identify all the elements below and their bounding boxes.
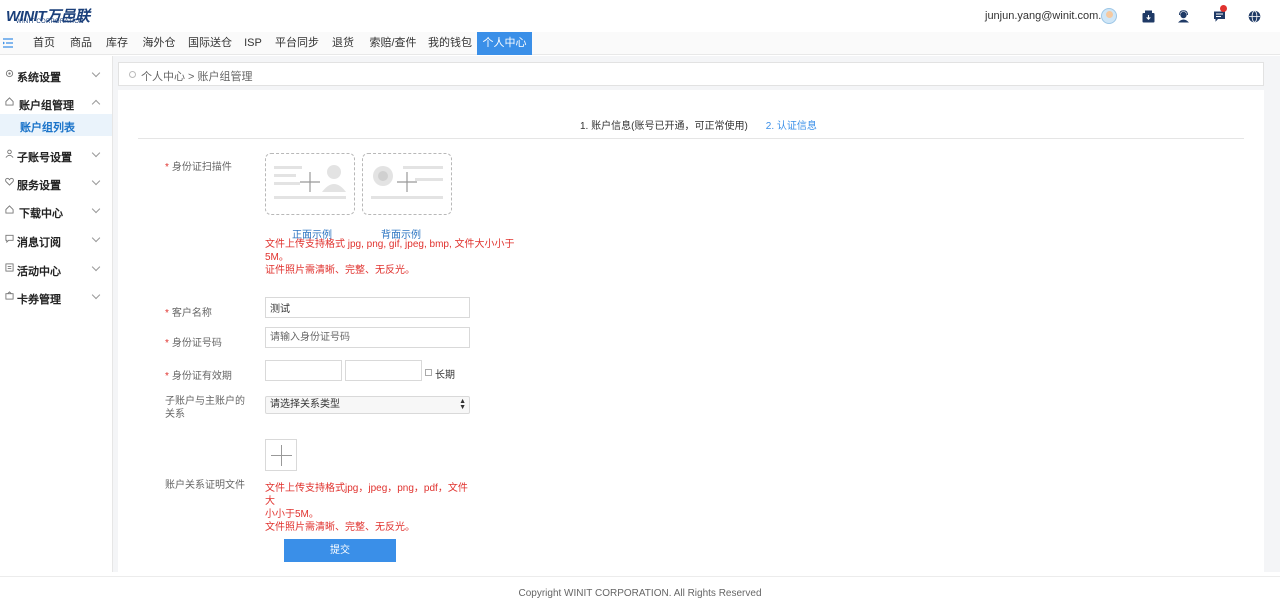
logo-sub-text: WINIT CORPORATION [16, 19, 84, 25]
location-icon [129, 71, 136, 78]
globe-icon[interactable] [1248, 10, 1261, 23]
id-front-upload[interactable] [265, 153, 355, 215]
select-arrows-icon: ▲ ▼ [459, 398, 466, 411]
customer-name-label: * 客户名称 [165, 308, 212, 319]
step-indicator: 1. 账户信息(账号已开通，可正常使用) 2. 认证信息 [580, 117, 817, 132]
breadcrumb-text[interactable]: 个人中心 > 账户组管理 [141, 68, 253, 84]
nav-inventory[interactable]: 库存 [102, 32, 132, 55]
long-term-label: 长期 [435, 370, 455, 381]
sidebar-subitem-account-group-list[interactable]: 账户组列表 [0, 114, 112, 136]
sidebar-item-label: 服务设置 [17, 180, 61, 192]
divider [138, 138, 1244, 139]
main-nav: 首页 商品 库存 海外仓 国际送仓 ISP 平台同步 退货 索赔/查件 我的钱包… [0, 32, 1280, 55]
support-agent-icon[interactable] [1177, 10, 1190, 23]
footer: Copyright WINIT CORPORATION. All Rights … [0, 576, 1280, 608]
id-back-upload[interactable] [362, 153, 452, 215]
sidebar-item-activity-center[interactable]: 活动中心 [0, 253, 112, 281]
sidebar-item-service-settings[interactable]: 服务设置 [0, 167, 112, 195]
list-icon [5, 263, 14, 272]
id-validity-label: * 身份证有效期 [165, 371, 232, 382]
home-icon [5, 97, 14, 106]
step-account-info[interactable]: 1. 账户信息(账号已开通，可正常使用) [580, 121, 748, 132]
nav-wallet[interactable]: 我的钱包 [426, 32, 474, 55]
ticket-icon [5, 291, 14, 300]
chevron-down-icon [91, 176, 101, 186]
sidebar-item-label: 卡券管理 [17, 294, 61, 306]
chevron-up-icon [91, 99, 101, 109]
top-header: WINIT万邑联 WINIT CORPORATION junjun.yang@w… [0, 0, 1280, 32]
step-verification-info[interactable]: 2. 认证信息 [766, 121, 817, 132]
proof-upload-hint: 文件上传支持格式jpg，jpeg，png，pdf，文件大 小小于5M。 文件照片… [265, 483, 468, 533]
nav-personal-center[interactable]: 个人中心 [477, 32, 532, 55]
relation-selected-value: 请选择关系类型 [270, 399, 340, 410]
id-scan-label: * 身份证扫描件 [165, 162, 232, 173]
user-icon [5, 149, 14, 158]
sidebar-item-sub-account[interactable]: 子账号设置 [0, 139, 112, 167]
breadcrumb: 个人中心 > 账户组管理 [118, 62, 1264, 86]
relation-label: 子账户与主账户的关系 [165, 396, 245, 420]
menu-toggle-icon[interactable] [3, 37, 13, 49]
relation-select[interactable]: 请选择关系类型 ▲ ▼ [265, 396, 470, 414]
nav-products[interactable]: 商品 [66, 32, 96, 55]
chevron-down-icon [91, 204, 101, 214]
long-term-checkbox[interactable] [425, 369, 432, 376]
nav-isp[interactable]: ISP [240, 32, 266, 55]
sidebar-item-label: 活动中心 [17, 266, 61, 278]
sidebar-item-label: 下载中心 [19, 208, 63, 220]
sidebar-item-label: 消息订阅 [17, 237, 61, 249]
chevron-down-icon [91, 148, 101, 158]
proof-file-upload[interactable] [265, 439, 297, 471]
sidebar-item-message-subscription[interactable]: 消息订阅 [0, 224, 112, 252]
sidebar-item-label: 子账号设置 [17, 152, 72, 164]
sidebar-item-download-center[interactable]: 下载中心 [0, 195, 112, 223]
submit-button[interactable]: 提交 [284, 539, 396, 562]
user-email[interactable]: junjun.yang@winit.com.cn [985, 10, 1113, 22]
proof-file-label: 账户关系证明文件 [165, 480, 245, 491]
winit-logo[interactable]: WINIT万邑联 WINIT CORPORATION [6, 5, 106, 27]
id-validity-start-input[interactable] [265, 360, 342, 381]
download-icon [5, 205, 14, 214]
nav-international-delivery[interactable]: 国际送仓 [186, 32, 234, 55]
chevron-down-icon [91, 262, 101, 272]
gear-icon [5, 69, 14, 78]
id-number-label: * 身份证号码 [165, 338, 222, 349]
copyright-text: Copyright WINIT CORPORATION. All Rights … [518, 588, 762, 599]
id-front-placeholder-icon [274, 165, 346, 199]
nav-platform-sync[interactable]: 平台同步 [272, 32, 322, 55]
id-validity-end-input[interactable] [345, 360, 422, 381]
nav-overseas-warehouse[interactable]: 海外仓 [138, 32, 180, 55]
chevron-down-icon [91, 233, 101, 243]
sidebar-item-label: 系统设置 [17, 72, 61, 84]
nav-home[interactable]: 首页 [28, 32, 60, 55]
sidebar-item-account-group[interactable]: 账户组管理 [0, 87, 112, 115]
chevron-down-icon [91, 68, 101, 78]
sidebar-item-system-settings[interactable]: 系统设置 [0, 59, 112, 87]
form-panel: 1. 账户信息(账号已开通，可正常使用) 2. 认证信息 * 身份证扫描件 正面示例… [118, 90, 1264, 572]
nav-claims[interactable]: 索赔/查件 [364, 32, 422, 55]
message-icon [5, 234, 14, 243]
download-box-icon[interactable] [1142, 10, 1155, 23]
id-upload-hint: 文件上传支持格式 jpg, png, gif, jpeg, bmp, 文件大小小… [265, 239, 515, 276]
sidebar-item-coupon-management[interactable]: 卡券管理 [0, 281, 112, 309]
sidebar: 系统设置 账户组管理 账户组列表 子账号设置 服务设置 下载中心 消息订阅 活动… [0, 56, 113, 572]
heart-icon [5, 177, 14, 186]
chevron-down-icon [91, 290, 101, 300]
id-number-input[interactable] [265, 327, 470, 348]
id-back-placeholder-icon [371, 166, 443, 199]
sidebar-item-label: 账户组管理 [19, 100, 74, 112]
user-avatar[interactable] [1101, 8, 1117, 24]
nav-returns[interactable]: 退货 [328, 32, 358, 55]
notification-badge [1220, 5, 1227, 12]
customer-name-input[interactable] [265, 297, 470, 318]
sidebar-subitem-label: 账户组列表 [20, 122, 75, 134]
